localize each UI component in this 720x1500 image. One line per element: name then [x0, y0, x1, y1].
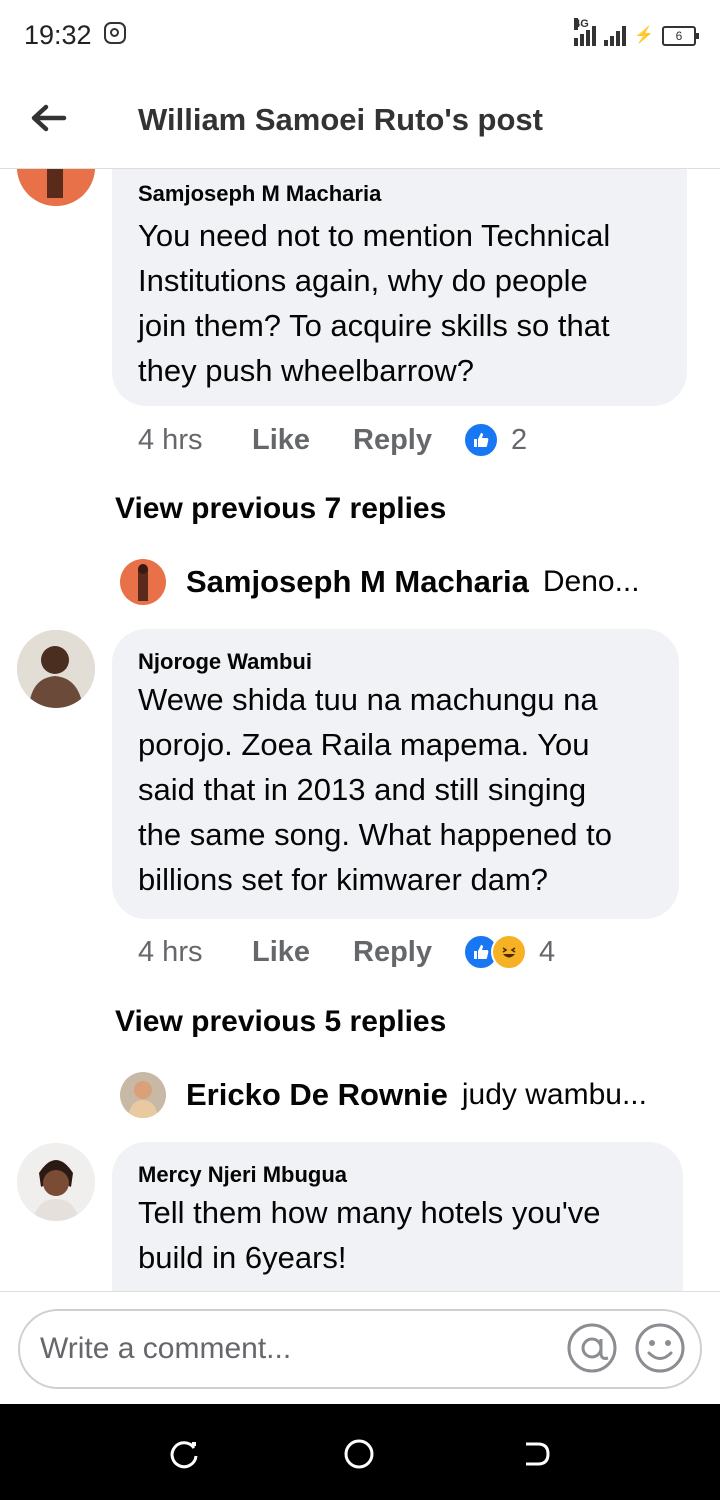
comment-line: porojo. Zoea Raila mapema. You [138, 727, 590, 762]
haha-reaction-icon[interactable] [491, 934, 527, 970]
like-button[interactable]: Like [252, 936, 353, 969]
comment-placeholder[interactable]: Write a comment... [40, 1332, 291, 1366]
comment-bubble: Njoroge Wambui Wewe shida tuu na machung… [112, 629, 679, 919]
reply-preview[interactable]: Ericko De Rownie judy wambu... [120, 1071, 647, 1119]
reply-preview[interactable]: Samjoseph M Macharia Deno... [120, 558, 640, 606]
comment-actions: 4 hrs Like Reply 2 [138, 422, 527, 458]
commenter-avatar[interactable] [17, 630, 95, 708]
mention-icon[interactable] [566, 1322, 618, 1374]
reply-avatar [120, 559, 166, 605]
comment-line: the same song. What happened to [138, 817, 612, 852]
comment-line: billions set for kimwarer dam? [138, 862, 549, 897]
battery-level: 6 [675, 29, 683, 43]
reply-author: Ericko De Rownie [186, 1077, 448, 1112]
charging-icon: ⚡ [634, 27, 654, 44]
comment-line: Institutions again, why do people [138, 263, 588, 298]
comments-feed[interactable]: Samjoseph M Macharia You need not to men… [0, 168, 720, 1291]
comment-line: You need not to mention Technical [138, 218, 611, 253]
mobile-signal-icon: 4G [574, 18, 597, 46]
system-nav-bar [0, 1404, 720, 1500]
comment-line: join them? To acquire skills so that [138, 308, 610, 343]
recent-apps-icon[interactable] [168, 1438, 200, 1470]
reply-button[interactable]: Reply [353, 936, 463, 969]
home-icon[interactable] [343, 1438, 375, 1470]
status-bar: 19:32 4G ⚡ 6 [0, 0, 720, 72]
status-indicators: 4G ⚡ 6 [574, 18, 699, 46]
network-type: 4G [574, 18, 589, 30]
comment-actions: 4 hrs Like Reply 4 [138, 934, 555, 970]
like-button[interactable]: Like [252, 424, 353, 457]
comment-line: they push wheelbarrow? [138, 353, 475, 388]
comment-composer: Write a comment... [0, 1291, 720, 1405]
back-nav-icon[interactable] [520, 1438, 552, 1470]
comment-author[interactable]: Samjoseph M Macharia [138, 181, 381, 207]
reply-avatar [120, 1072, 166, 1118]
comment-time: 4 hrs [138, 935, 203, 968]
comment-bubble: Mercy Njeri Mbugua Tell them how many ho… [112, 1142, 683, 1291]
reply-button[interactable]: Reply [353, 424, 463, 457]
page-title: William Samoei Ruto's post [138, 102, 543, 137]
emoji-icon[interactable] [634, 1322, 686, 1374]
comment-line: build in 6years! [138, 1240, 347, 1275]
reaction-count[interactable]: 2 [511, 424, 527, 457]
status-time: 19:32 [24, 20, 92, 50]
comment-line: Wewe shida tuu na machungu na [138, 682, 598, 717]
instagram-icon [104, 22, 126, 44]
like-reaction-icon[interactable] [463, 422, 499, 458]
comment-author[interactable]: Mercy Njeri Mbugua [138, 1162, 347, 1188]
comment-bubble: Samjoseph M Macharia You need not to men… [112, 168, 687, 406]
comment-time: 4 hrs [138, 423, 203, 456]
signal-strength-icon [604, 22, 627, 46]
comment-author[interactable]: Njoroge Wambui [138, 649, 312, 675]
battery-icon: 6 [662, 26, 699, 46]
reply-snippet: Deno... [542, 565, 640, 598]
view-previous-replies-link[interactable]: View previous 5 replies [115, 1005, 446, 1039]
reply-snippet: judy wambu... [461, 1078, 647, 1111]
reply-author: Samjoseph M Macharia [186, 564, 529, 599]
reaction-count[interactable]: 4 [539, 936, 555, 969]
post-header: William Samoei Ruto's post [0, 72, 720, 169]
view-previous-replies-link[interactable]: View previous 7 replies [115, 492, 446, 526]
back-arrow-icon[interactable] [28, 98, 68, 138]
comment-line: said that in 2013 and still singing [138, 772, 587, 807]
commenter-avatar[interactable] [17, 168, 95, 206]
comment-line: Tell them how many hotels you've [138, 1195, 601, 1230]
commenter-avatar[interactable] [17, 1143, 95, 1221]
